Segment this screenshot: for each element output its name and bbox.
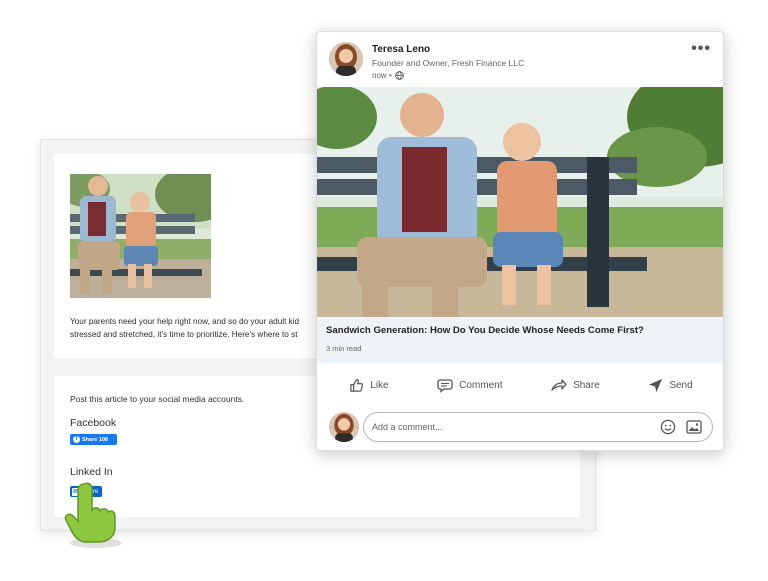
article-link-title[interactable]: Sandwich Generation: How Do You Decide W… (326, 325, 644, 336)
image-icon[interactable] (686, 420, 702, 434)
page-stage: Your parents need your help right now, a… (0, 0, 768, 581)
comment-icon (437, 378, 453, 393)
more-options-icon[interactable]: ••• (691, 40, 711, 58)
article-excerpt: Your parents need your help right now, a… (70, 315, 324, 349)
globe-icon (394, 71, 404, 80)
emoji-icon[interactable] (660, 419, 676, 435)
article-photo (70, 174, 211, 298)
facebook-share-label: Share 108 (82, 436, 108, 443)
article-excerpt-line: Your parents need your help right now, a… (70, 317, 300, 326)
send-icon (649, 378, 663, 392)
post-action-bar: Like Comment Share Send (317, 368, 723, 402)
comment-box (363, 412, 713, 442)
article-excerpt-line: stressed and stretched, it's time to pri… (70, 330, 298, 339)
author-avatar[interactable] (329, 42, 363, 76)
share-button[interactable]: Share (551, 378, 600, 392)
commenter-avatar (329, 412, 359, 442)
pointing-hand-icon (64, 482, 122, 548)
comment-button[interactable]: Comment (437, 378, 503, 393)
share-icon (551, 379, 567, 391)
article-read-time: 3 min read (326, 344, 362, 353)
post-author-name[interactable]: Teresa Leno (372, 44, 430, 55)
facebook-share-button[interactable]: f Share 108 (70, 434, 117, 445)
like-label: Like (370, 379, 389, 391)
linkedin-post-card: Teresa Leno Founder and Owner, Fresh Fin… (316, 31, 724, 451)
post-author-headline: Founder and Owner, Fresh Finance LLC (372, 58, 525, 68)
article-link-preview[interactable]: Sandwich Generation: How Do You Decide W… (317, 317, 723, 363)
like-button[interactable]: Like (349, 378, 389, 393)
comment-label: Comment (459, 379, 503, 391)
post-timestamp: now • (372, 71, 404, 80)
post-image[interactable] (317, 87, 723, 317)
comment-input[interactable] (372, 413, 642, 441)
facebook-heading: Facebook (70, 417, 117, 429)
send-label: Send (669, 379, 693, 391)
facebook-icon: f (73, 436, 80, 443)
linkedin-heading: Linked In (70, 466, 113, 478)
post-time: now • (372, 71, 392, 80)
share-intro-text: Post this article to your social media a… (70, 394, 245, 404)
send-button[interactable]: Send (648, 378, 693, 393)
like-icon (350, 378, 364, 392)
share-label: Share (573, 379, 600, 391)
